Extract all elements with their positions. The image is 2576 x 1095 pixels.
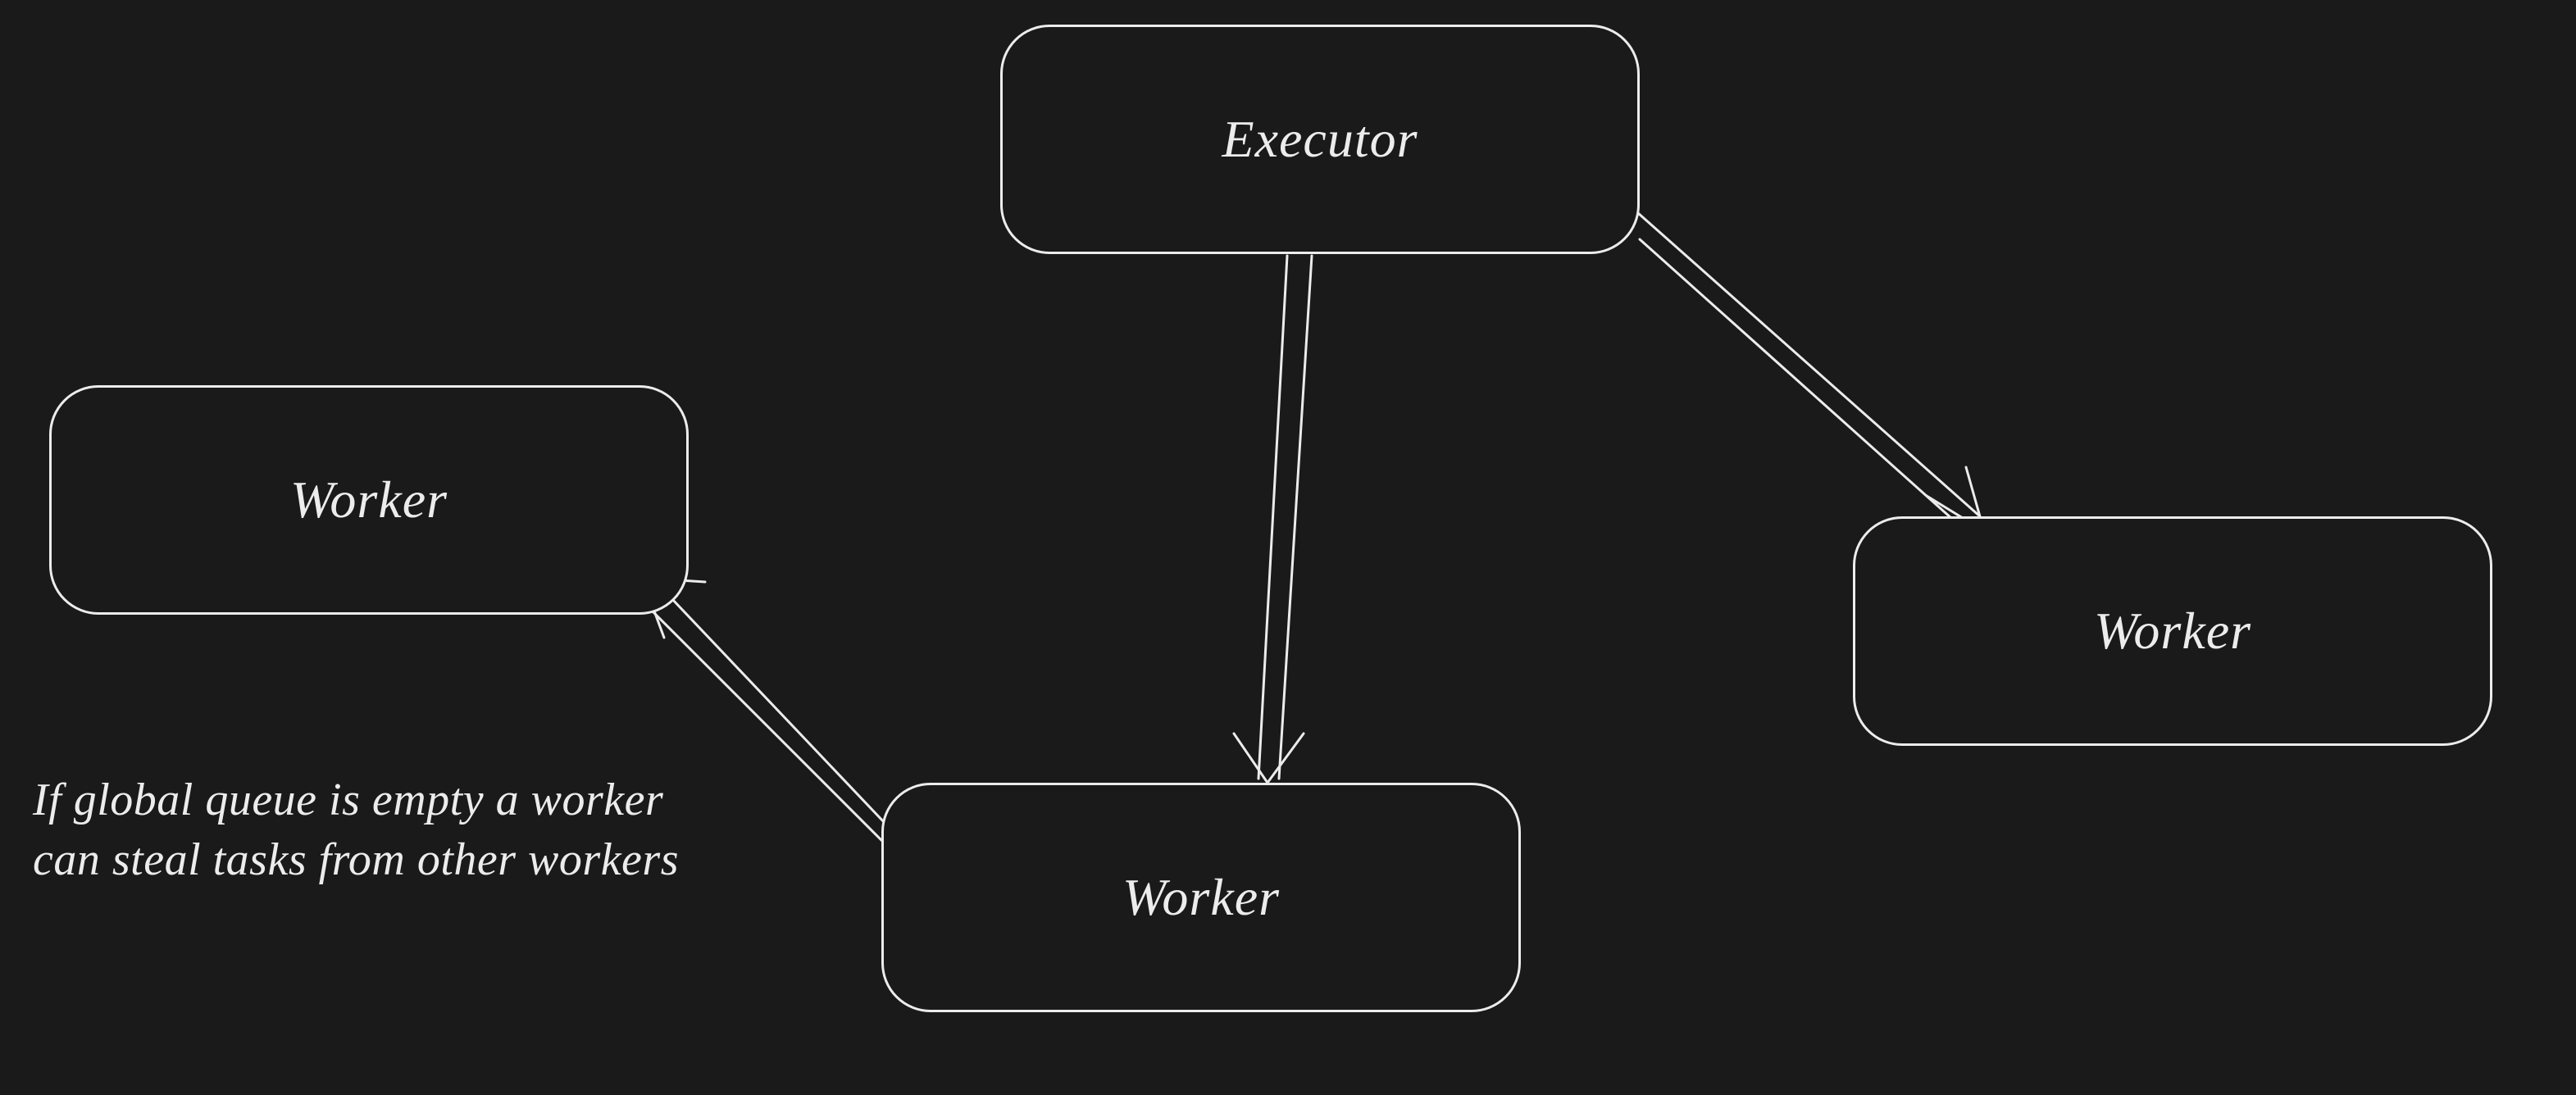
- node-worker-left-label: Worker: [290, 470, 448, 530]
- diagram-canvas: Executor Worker Worker Worker If global …: [0, 0, 2576, 1095]
- node-executor: Executor: [1000, 25, 1640, 254]
- annotation-work-stealing: If global queue is empty a worker can st…: [33, 770, 679, 890]
- node-worker-right: Worker: [1853, 516, 2492, 746]
- node-worker-right-label: Worker: [2094, 601, 2251, 661]
- node-worker-bottom-label: Worker: [1122, 867, 1280, 928]
- node-worker-left: Worker: [49, 385, 689, 615]
- node-executor-label: Executor: [1222, 109, 1418, 170]
- node-worker-bottom: Worker: [881, 783, 1521, 1012]
- edge-executor-to-worker-bottom: [1234, 256, 1312, 783]
- edge-executor-to-worker-right: [1638, 213, 1984, 533]
